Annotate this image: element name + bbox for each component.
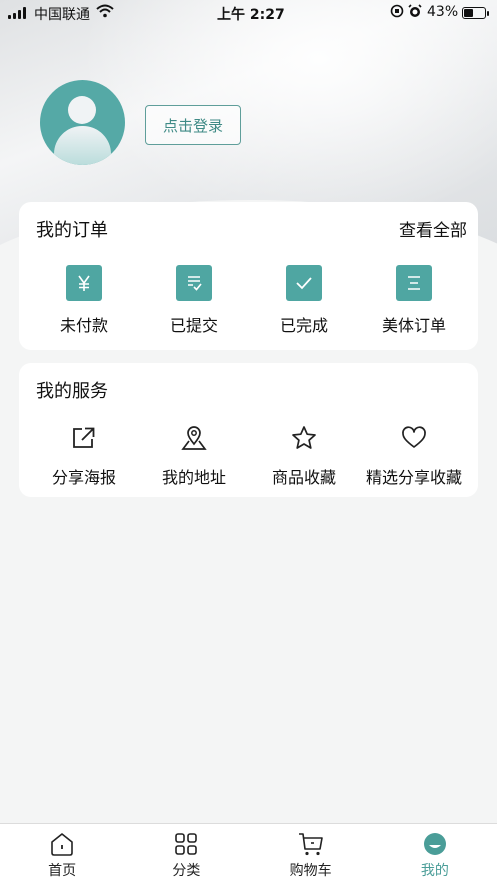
alarm-icon [408, 4, 422, 21]
service-featured-share-favorites-label: 精选分享收藏 [365, 468, 462, 487]
tab-home[interactable]: 首页 [0, 824, 124, 883]
wifi-icon [96, 4, 114, 22]
avatar-body [54, 126, 111, 165]
service-my-address-label: 我的地址 [161, 468, 226, 487]
list-lines-icon [396, 265, 432, 301]
rotation-lock-icon [390, 4, 404, 21]
services-title: 我的服务 [36, 381, 108, 402]
location-pin-icon [179, 423, 209, 453]
cellular-signal-icon [8, 7, 26, 19]
orders-title: 我的订单 [36, 220, 108, 241]
profile-icon [423, 833, 446, 855]
service-share-poster-label: 分享海报 [51, 468, 116, 487]
carrier-name: 中国联通 [34, 7, 90, 23]
battery-percentage: 43% [427, 4, 459, 20]
star-icon [289, 423, 319, 453]
tab-bar: 首页 分类 购物车 我的 [0, 823, 497, 883]
grid-icon [175, 833, 198, 855]
order-submitted-label: 已提交 [169, 316, 218, 335]
battery-icon [462, 7, 489, 19]
order-completed-label: 已完成 [279, 316, 328, 335]
service-featured-share-favorites[interactable]: 精选分享收藏 [359, 423, 469, 488]
service-product-favorites[interactable]: 商品收藏 [249, 423, 359, 488]
order-body-care[interactable]: 美体订单 [359, 265, 469, 336]
order-unpaid[interactable]: 未付款 [29, 265, 139, 336]
clock: 上午 2:27 [217, 7, 285, 23]
checkmark-icon [286, 265, 322, 301]
order-unpaid-label: 未付款 [59, 316, 108, 335]
services-card: 我的服务 分享海报 我的地址 商品收藏 精选分享收藏 [19, 363, 478, 497]
order-body-care-label: 美体订单 [381, 316, 446, 335]
tab-profile[interactable]: 我的 [373, 824, 497, 883]
tab-profile-label: 我的 [420, 863, 449, 879]
home-icon [51, 833, 73, 856]
service-product-favorites-label: 商品收藏 [271, 468, 336, 487]
share-icon [69, 423, 99, 453]
service-my-address[interactable]: 我的地址 [139, 423, 249, 488]
status-bar: 中国联通 上午 2:27 43% [0, 0, 497, 26]
yen-icon [66, 265, 102, 301]
heart-icon [399, 423, 429, 453]
tab-category[interactable]: 分类 [124, 824, 248, 883]
order-completed[interactable]: 已完成 [249, 265, 359, 336]
login-button[interactable]: 点击登录 [145, 105, 241, 145]
service-share-poster[interactable]: 分享海报 [29, 423, 139, 488]
avatar-head [68, 96, 96, 124]
submitted-list-icon [176, 265, 212, 301]
tab-home-label: 首页 [48, 863, 77, 879]
tab-cart[interactable]: 购物车 [249, 824, 373, 883]
tab-category-label: 分类 [172, 863, 201, 879]
order-submitted[interactable]: 已提交 [139, 265, 249, 336]
avatar[interactable] [40, 80, 125, 165]
cart-icon [298, 833, 323, 856]
orders-card: 我的订单 查看全部 未付款 已提交 已完成 美体订单 [19, 202, 478, 350]
view-all-orders-link[interactable]: 查看全部 [399, 216, 467, 241]
tab-cart-label: 购物车 [289, 863, 332, 879]
